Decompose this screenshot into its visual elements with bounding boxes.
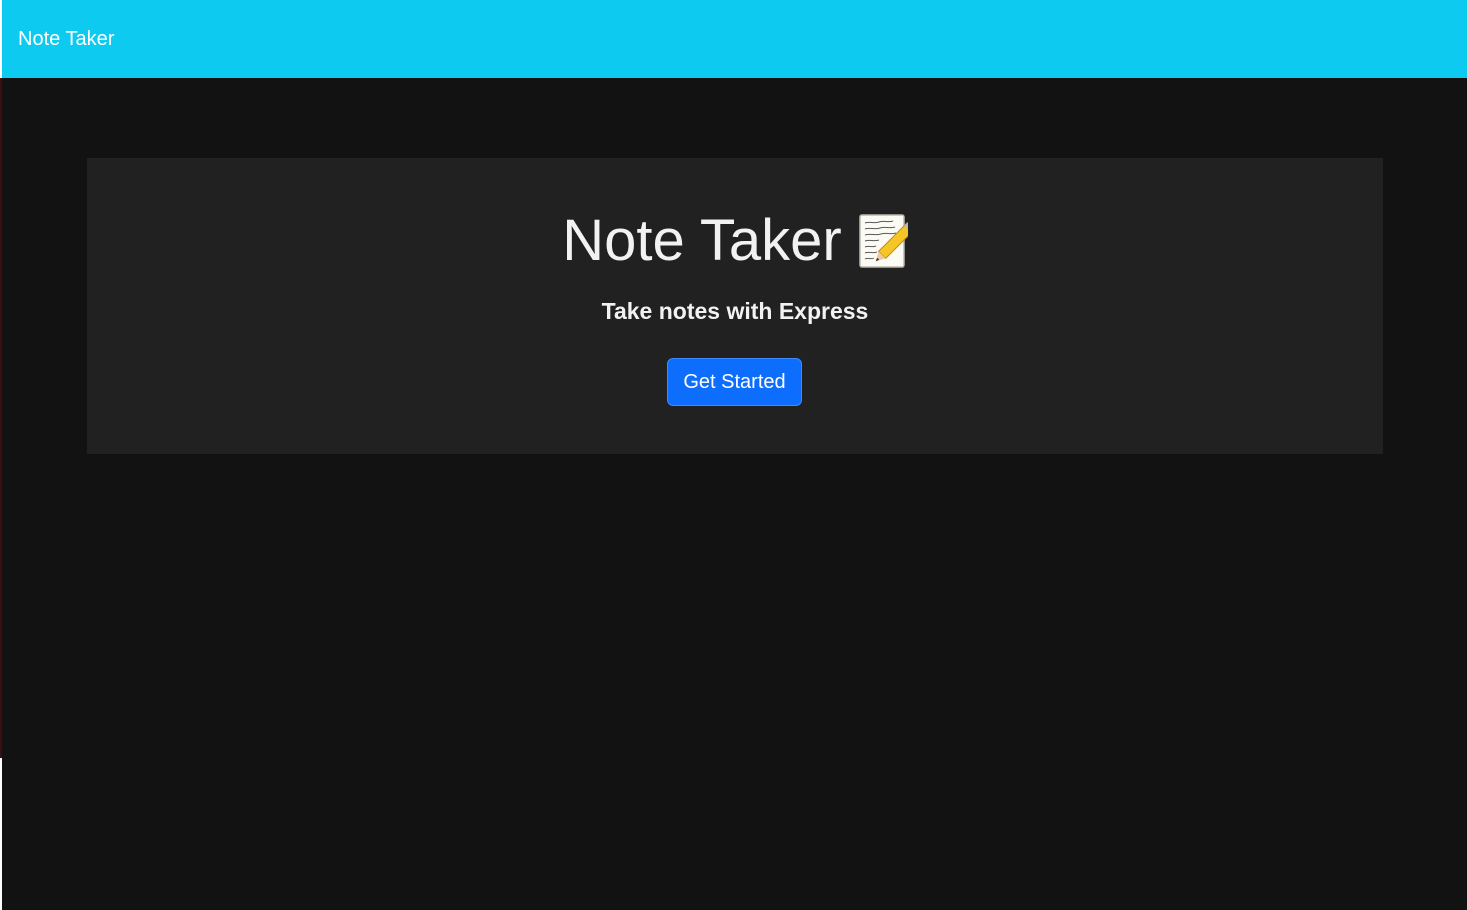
navbar-brand[interactable]: Note Taker — [18, 29, 114, 49]
hero-title-row: Note Taker — [87, 208, 1383, 274]
hero-subtitle: Take notes with Express — [601, 298, 869, 324]
page: Note Taker Note Taker Take notes with Ex… — [0, 0, 1467, 910]
window-left-edge-shadow — [0, 78, 2, 758]
memo-icon — [858, 213, 917, 269]
page-title: Note Taker — [562, 208, 842, 273]
navbar: Note Taker — [2, 0, 1467, 78]
get-started-button[interactable]: Get Started — [667, 358, 802, 406]
hero-panel: Note Taker Take notes with Express Get S… — [87, 158, 1383, 454]
